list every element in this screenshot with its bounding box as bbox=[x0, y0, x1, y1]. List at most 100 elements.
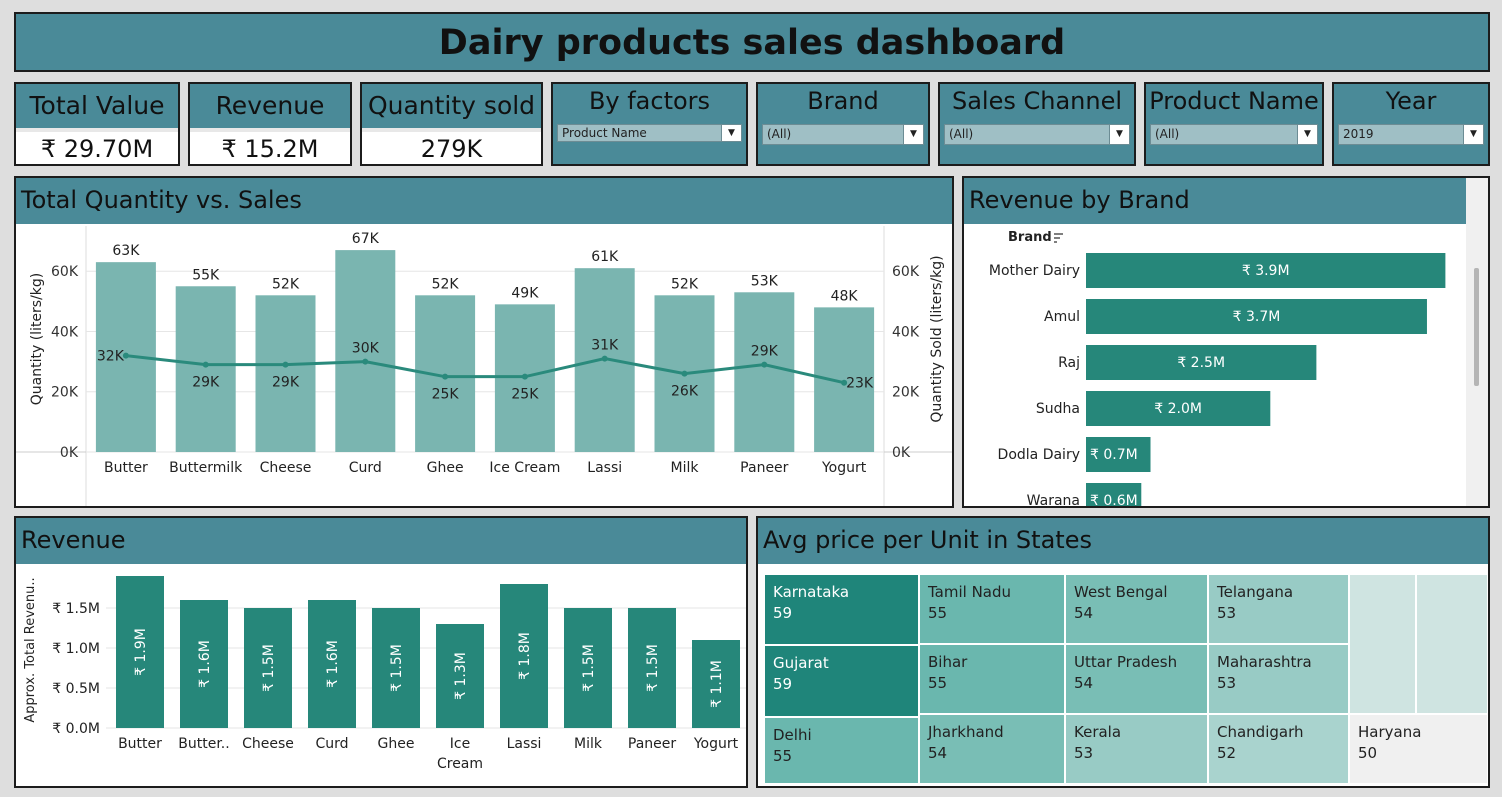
chevron-down-icon[interactable]: ▼ bbox=[721, 125, 741, 141]
dashboard-title: Dairy products sales dashboard bbox=[438, 23, 1066, 63]
year-dropdown[interactable]: 2019 ▼ bbox=[1338, 124, 1484, 145]
category-label: Amul bbox=[1044, 309, 1080, 325]
x-tick-label: Ghee bbox=[427, 460, 464, 476]
chevron-down-icon[interactable]: ▼ bbox=[1297, 125, 1317, 144]
bar-data-label: 52K bbox=[432, 276, 460, 292]
kpi-value: 279K bbox=[362, 128, 541, 164]
chevron-down-icon[interactable]: ▼ bbox=[903, 125, 923, 144]
category-label: Sudha bbox=[1036, 401, 1080, 417]
filter-year: Year 2019 ▼ bbox=[1332, 82, 1490, 166]
bar-data-label: ₹ 1.3M bbox=[453, 652, 469, 700]
line-data-label: 30K bbox=[352, 341, 380, 357]
bar-data-label: ₹ 3.7M bbox=[1233, 309, 1281, 325]
bar-data-label: 52K bbox=[671, 276, 699, 292]
dashboard-title-bar: Dairy products sales dashboard bbox=[14, 12, 1490, 72]
y2-tick-label: 40K bbox=[892, 324, 920, 340]
bar-data-label: ₹ 1.9M bbox=[133, 628, 149, 676]
y2-tick-label: 60K bbox=[892, 264, 920, 280]
state-name: Karnataka bbox=[773, 583, 850, 601]
state-value: 55 bbox=[928, 674, 948, 692]
y-tick-label: ₹ 1.5M bbox=[52, 601, 100, 617]
panel-title: Revenue by Brand bbox=[964, 178, 1466, 224]
y2-axis-label: Quantity Sold (liters/kg) bbox=[929, 255, 945, 422]
treemap-cell-unlabeled bbox=[1416, 574, 1488, 714]
state-name: Haryana bbox=[1358, 723, 1422, 741]
x-tick-label: Milk bbox=[574, 736, 603, 752]
x-tick-label: Paneer bbox=[628, 736, 676, 752]
x-tick-label: Butter.. bbox=[178, 736, 229, 752]
line-data-label: 25K bbox=[432, 387, 460, 403]
state-value: 53 bbox=[1217, 604, 1237, 622]
kpi-value: ₹ 29.70M bbox=[16, 128, 178, 164]
dropdown-value: (All) bbox=[949, 127, 974, 141]
state-name: Gujarat bbox=[773, 654, 829, 672]
x-tick-label: Lassi bbox=[507, 736, 542, 752]
state-name: Delhi bbox=[773, 726, 812, 744]
state-value: 50 bbox=[1358, 744, 1378, 762]
y-tick-label: ₹ 0.5M bbox=[52, 681, 100, 697]
line-data-label: 29K bbox=[272, 375, 300, 391]
x-tick-label: Yogurt bbox=[821, 460, 867, 476]
state-value: 53 bbox=[1217, 674, 1237, 692]
bar-data-label: ₹ 1.6M bbox=[197, 640, 213, 688]
line-data-label: 26K bbox=[671, 384, 699, 400]
y-axis-label: Quantity (liters/kg) bbox=[29, 273, 45, 406]
treemap-cell: Haryana 50 bbox=[1349, 714, 1488, 784]
treemap-cell: Tamil Nadu 55 bbox=[919, 574, 1065, 644]
bar-data-label: ₹ 2.0M bbox=[1154, 401, 1202, 417]
state-name: West Bengal bbox=[1074, 583, 1168, 601]
filter-product-name: Product Name (All) ▼ bbox=[1144, 82, 1324, 166]
treemap-cell: Kerala 53 bbox=[1065, 714, 1208, 784]
revenue-by-brand-chart: Brand Mother Dairy ₹ 3.9M Amul ₹ 3.7M Raj ₹ 2.… bbox=[989, 230, 1446, 508]
by-factors-dropdown[interactable]: Product Name ▼ bbox=[557, 124, 742, 142]
line-data-label: 32K bbox=[97, 349, 125, 365]
bar-data-label: ₹ 0.6M bbox=[1090, 493, 1138, 508]
treemap-cell-unlabeled bbox=[1349, 574, 1416, 714]
kpi-value: ₹ 15.2M bbox=[190, 128, 350, 164]
y-tick-label: 20K bbox=[51, 385, 79, 401]
bar bbox=[734, 292, 795, 452]
scrollbar-thumb[interactable] bbox=[1474, 268, 1479, 386]
y2-tick-label: 20K bbox=[892, 385, 920, 401]
kpi-label: Revenue bbox=[190, 84, 350, 128]
x-tick-label: Butter bbox=[118, 736, 162, 752]
bar-data-label: 53K bbox=[751, 273, 779, 289]
panel-quantity-vs-sales: Total Quantity vs. Sales 0K 0K 20K 20K 40K 40… bbox=[14, 176, 954, 508]
chevron-down-icon[interactable]: ▼ bbox=[1463, 125, 1483, 144]
line-point bbox=[282, 361, 289, 368]
revenue-chart: ₹ 0.0M ₹ 0.5M ₹ 1.0M ₹ 1.5M Approx. Total Re… bbox=[23, 576, 746, 772]
product-name-dropdown[interactable]: (All) ▼ bbox=[1150, 124, 1318, 145]
bar-data-label: 52K bbox=[272, 276, 300, 292]
x-tick-label: Butter bbox=[104, 460, 148, 476]
kpi-label: Total Value bbox=[16, 84, 178, 128]
filter-sales-channel: Sales Channel (All) ▼ bbox=[938, 82, 1136, 166]
dropdown-value: 2019 bbox=[1343, 127, 1374, 141]
chevron-down-icon[interactable]: ▼ bbox=[1109, 125, 1129, 144]
x-tick-label: Lassi bbox=[587, 460, 622, 476]
x-tick-label: Ice bbox=[450, 736, 470, 752]
state-value: 53 bbox=[1074, 744, 1094, 762]
x-tick-label: Buttermilk bbox=[169, 460, 243, 476]
filter-label: Year bbox=[1385, 87, 1437, 115]
line-data-label: 25K bbox=[511, 387, 539, 403]
brand-axis-header: Brand bbox=[1008, 230, 1052, 245]
line-point bbox=[521, 373, 528, 380]
brand-dropdown[interactable]: (All) ▼ bbox=[762, 124, 924, 145]
y-tick-label: ₹ 1.0M bbox=[52, 641, 100, 657]
state-name: Chandigarh bbox=[1217, 723, 1304, 741]
panel-avg-price-states: Avg price per Unit in States Karnataka 59… bbox=[756, 516, 1490, 788]
kpi-quantity-sold: Quantity sold 279K bbox=[360, 82, 543, 166]
line-data-label: 29K bbox=[192, 375, 220, 391]
state-value: 59 bbox=[773, 604, 793, 622]
state-value: 54 bbox=[928, 744, 948, 762]
bar-data-label: ₹ 1.5M bbox=[389, 644, 405, 692]
state-value: 55 bbox=[928, 604, 948, 622]
scrollbar-track[interactable] bbox=[1466, 178, 1488, 506]
quantity-sales-chart: 0K 0K 20K 20K 40K 40K 60K 60K Quantity (liters/k… bbox=[16, 226, 952, 506]
bar-data-label: ₹ 3.9M bbox=[1242, 263, 1290, 279]
filter-label: By factors bbox=[588, 87, 711, 115]
treemap-cell: Delhi 55 bbox=[764, 717, 919, 784]
x-tick-label: Curd bbox=[349, 460, 382, 476]
x-tick-label: Curd bbox=[315, 736, 348, 752]
sales-channel-dropdown[interactable]: (All) ▼ bbox=[944, 124, 1130, 145]
